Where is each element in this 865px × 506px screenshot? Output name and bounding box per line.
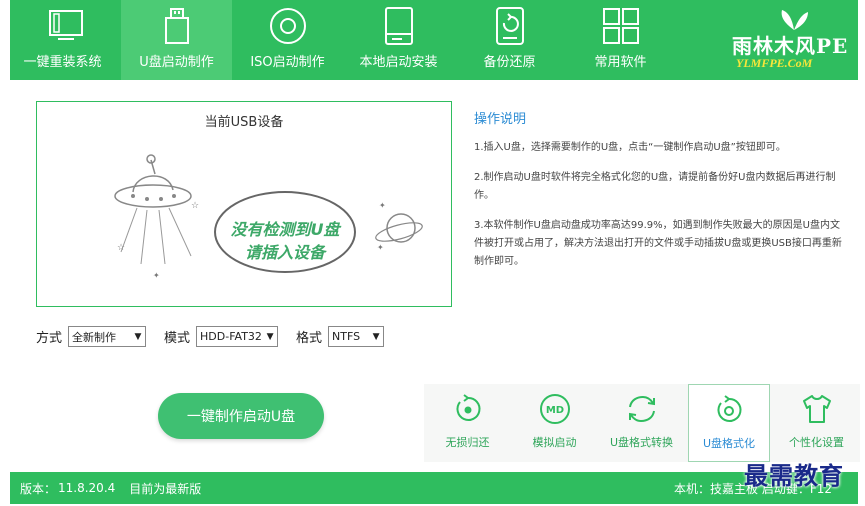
model-select[interactable]: HDD-FAT32 ▼ [196, 326, 279, 347]
make-boot-usb-button[interactable]: 一键制作启动U盘 [158, 393, 324, 439]
no-device-line-1: 没有检测到U盘 [230, 220, 340, 239]
backup-restore-icon [493, 6, 527, 46]
mode-select[interactable]: 全新制作 ▼ [68, 326, 147, 347]
monitor-icon [48, 6, 84, 46]
tshirt-icon [800, 392, 834, 426]
format-select-value: NTFS [332, 330, 361, 343]
version-value: 11.8.20.4 [58, 481, 116, 495]
format-icon [713, 393, 745, 427]
grid-apps-icon [602, 6, 640, 46]
svg-text:✦: ✦ [379, 201, 386, 210]
tool-label: U盘格式化 [702, 437, 756, 450]
instruction-step-2: 2.制作启动U盘时软件将完全格式化您的U盘，请提前备份好U盘内数据后再进行制作。 [474, 172, 836, 201]
dropdown-arrow-icon: ▼ [266, 331, 274, 342]
tool-usb-format-convert[interactable]: U盘格式转换 [598, 384, 685, 462]
instruction-step-3: 3.本软件制作U盘启动盘成功率高达99.9%，如遇到制作失败最大的原因是U盘内文… [474, 220, 842, 267]
model-label: 模式 [164, 331, 191, 346]
options-row: 方式 全新制作 ▼ 模式 HDD-FAT32 ▼ 格式 NTFS ▼ [36, 326, 402, 347]
nav-label: 备份还原 [483, 55, 536, 70]
leaf-icon [781, 10, 808, 30]
tool-label: 个性化设置 [789, 436, 844, 449]
nav-label: 常用软件 [594, 55, 647, 70]
instructions-panel: 操作说明 1.插入U盘，选择需要制作的U盘，点击“一键制作启动U盘”按钮即可。 … [474, 108, 842, 283]
instructions-title: 操作说明 [474, 112, 527, 127]
nav-backup-restore[interactable]: 备份还原 [454, 0, 565, 80]
usb-drive-icon [162, 6, 192, 46]
brand-name: 雨林木风PE [732, 34, 849, 58]
tool-label: 无损归还 [445, 436, 490, 449]
nav-label: ISO启动制作 [250, 55, 325, 70]
top-navigation-bar: 一键重装系统 U盘启动制作 ISO启动制作 本地启动安装 备份还原 常用软件 雨… [10, 0, 858, 80]
disc-icon [268, 6, 308, 46]
nav-label: U盘启动制作 [139, 55, 214, 70]
status-bar: 版本： 11.8.20.4 目前为最新版 本机：技嘉主板 启动键：F12 [10, 472, 858, 504]
model-select-value: HDD-FAT32 [200, 330, 262, 343]
usb-device-panel: 当前USB设备 ☆ ✦ ☆ ✦ ✦ 没有检测到U盘 请插入设备 [36, 101, 452, 307]
dropdown-arrow-icon: ▼ [372, 331, 380, 342]
mode-label: 方式 [36, 331, 63, 346]
tool-personalization[interactable]: 个性化设置 [773, 384, 860, 462]
watermark-text: 最需教育 [744, 461, 844, 490]
brand-logo: 雨林木风PE YLMFPE.CoM [728, 0, 858, 80]
tool-usb-format[interactable]: U盘格式化 [688, 384, 770, 462]
dropdown-arrow-icon: ▼ [134, 331, 142, 342]
no-device-line-2: 请插入设备 [244, 243, 325, 262]
version-label: 版本： [20, 481, 57, 496]
format-label: 格式 [296, 331, 323, 346]
restore-icon [452, 392, 484, 426]
no-device-illustration: ☆ ✦ ☆ ✦ ✦ 没有检测到U盘 请插入设备 [107, 152, 427, 306]
mode-select-value: 全新制作 [72, 330, 117, 344]
simulate-boot-icon: MD [538, 392, 572, 426]
nav-usb-boot-maker[interactable]: U盘启动制作 [121, 0, 232, 80]
svg-text:✦: ✦ [153, 271, 160, 280]
svg-text:☆: ☆ [191, 201, 199, 211]
hard-drive-icon [382, 6, 416, 46]
update-status: 目前为最新版 [129, 481, 202, 496]
tools-row: 无损归还 MD 模拟启动 U盘格式转换 U盘格式化 个性化设置 [424, 384, 860, 462]
instruction-step-1: 1.插入U盘，选择需要制作的U盘，点击“一键制作启动U盘”按钮即可。 [474, 142, 786, 153]
nav-local-boot-install[interactable]: 本地启动安装 [343, 0, 454, 80]
tool-label: U盘格式转换 [609, 436, 674, 449]
nav-one-click-reinstall[interactable]: 一键重装系统 [10, 0, 121, 80]
nav-label: 一键重装系统 [23, 55, 102, 70]
svg-text:☆: ☆ [117, 243, 125, 253]
tool-lossless-restore[interactable]: 无损归还 [424, 384, 511, 462]
tool-simulate-boot[interactable]: MD 模拟启动 [511, 384, 598, 462]
device-panel-title: 当前USB设备 [204, 115, 284, 130]
nav-label: 本地启动安装 [359, 55, 438, 70]
svg-text:✦: ✦ [377, 243, 384, 252]
tool-label: 模拟启动 [532, 436, 577, 449]
format-select[interactable]: NTFS ▼ [328, 326, 385, 347]
convert-icon [625, 392, 659, 426]
brand-url: YLMFPE.CoM [736, 56, 813, 70]
svg-text:MD: MD [545, 405, 563, 416]
nav-iso-boot-maker[interactable]: ISO启动制作 [232, 0, 343, 80]
nav-common-software[interactable]: 常用软件 [565, 0, 676, 80]
